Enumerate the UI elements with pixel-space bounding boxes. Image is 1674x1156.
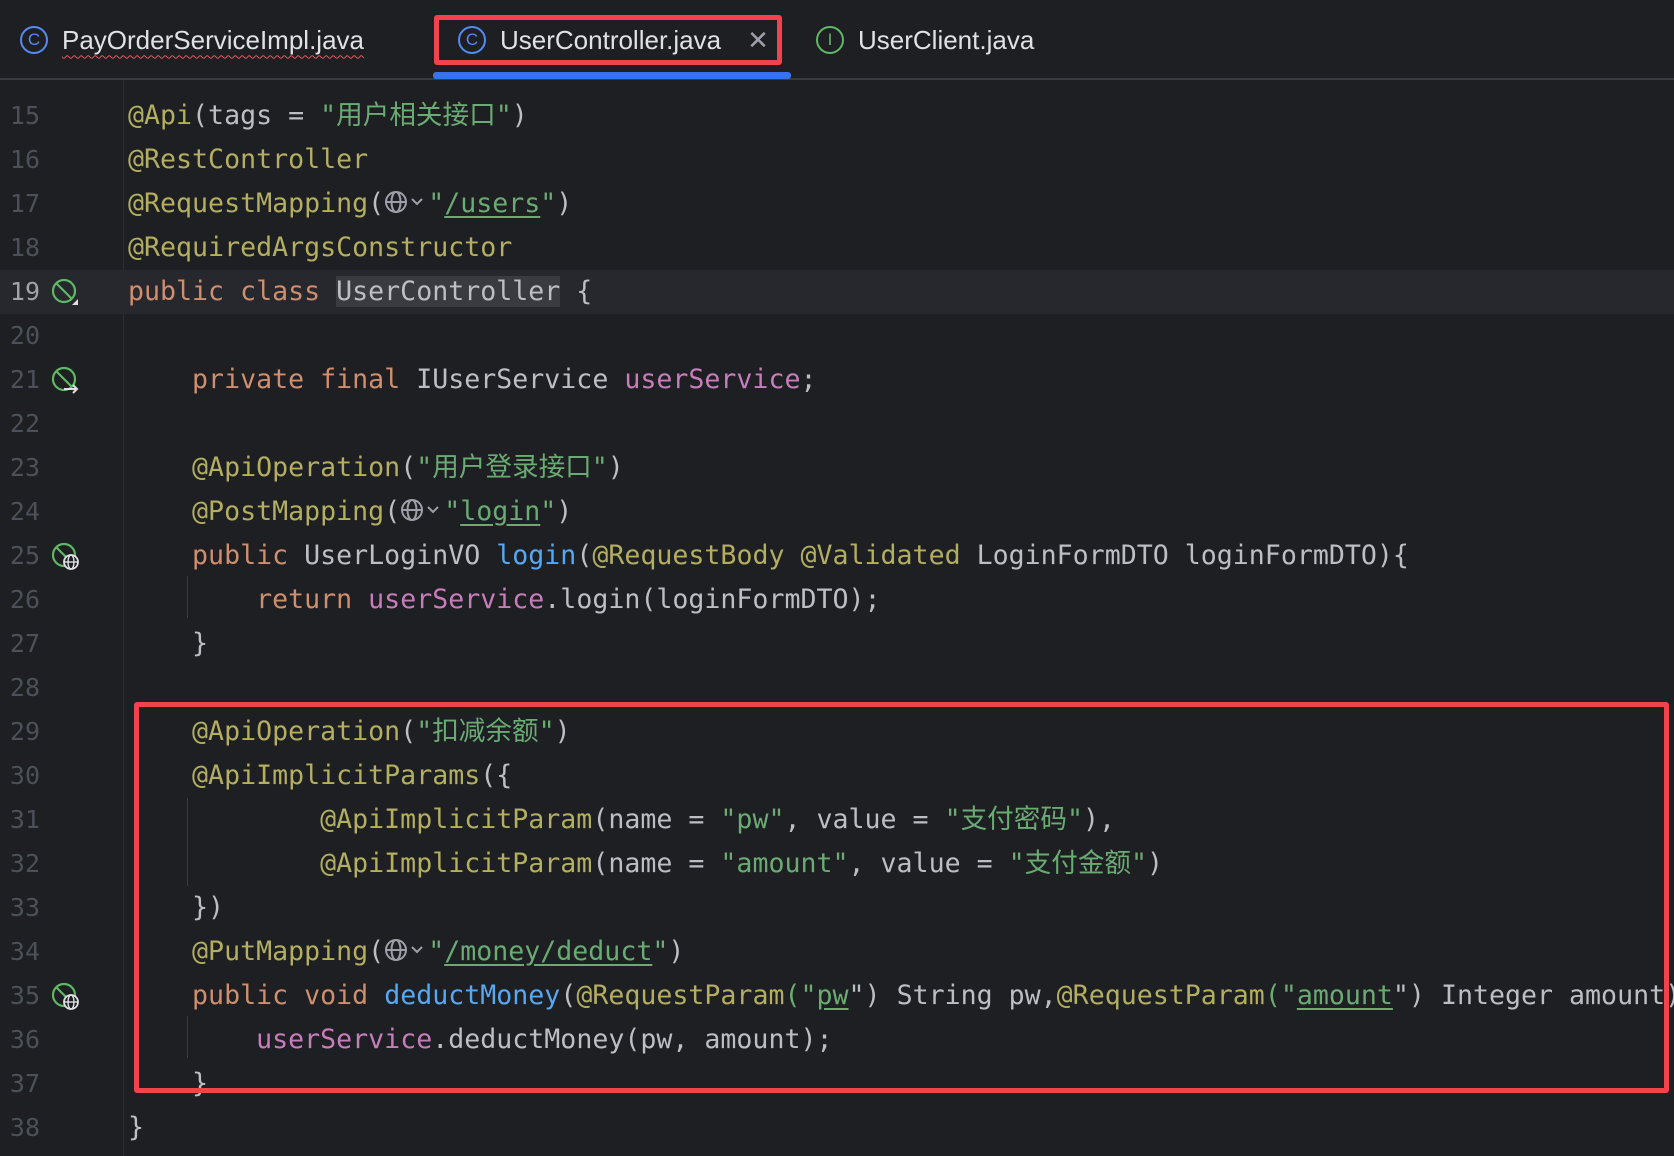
code-editor[interactable]: 15 @Api(tags = "用户相关接口") 16 @RestControl…	[0, 80, 1674, 1156]
autowired-dependency-icon[interactable]	[50, 365, 80, 395]
request-mapping-icon[interactable]	[50, 981, 80, 1011]
line-number: 35	[9, 981, 40, 1010]
line-code[interactable]: @PostMapping("login")	[128, 490, 572, 534]
line-number: 20	[9, 321, 40, 350]
request-mapping-icon[interactable]	[50, 541, 80, 571]
line-code[interactable]: }	[128, 1106, 144, 1150]
line-code[interactable]: @RequiredArgsConstructor	[128, 226, 512, 270]
line-number: 37	[9, 1069, 40, 1098]
code-line: 23 @ApiOperation("用户登录接口")	[0, 446, 1674, 490]
code-line: 24 @PostMapping("login")	[0, 490, 1674, 534]
code-line: 25 public UserLoginVO login(@RequestBody…	[0, 534, 1674, 578]
code-line: 22	[0, 402, 1674, 446]
code-line: 26 return userService.login(loginFormDTO…	[0, 578, 1674, 622]
line-number: 16	[9, 145, 40, 174]
line-number: 25	[9, 541, 40, 570]
web-endpoint-globe-icon[interactable]	[400, 496, 444, 524]
line-code[interactable]: }	[128, 622, 208, 666]
tab-label: UserClient.java	[858, 24, 1035, 55]
line-code[interactable]: private final IUserService userService;	[128, 358, 816, 402]
code-line: 16 @RestController	[0, 138, 1674, 182]
line-number: 32	[9, 849, 40, 878]
line-code[interactable]: @ApiOperation("用户登录接口")	[128, 446, 624, 490]
line-number: 31	[9, 805, 40, 834]
tab-label: PayOrderServiceImpl.java	[62, 24, 364, 55]
line-number: 15	[9, 101, 40, 130]
line-number: 34	[9, 937, 40, 966]
code-line: 18 @RequiredArgsConstructor	[0, 226, 1674, 270]
code-line: 38 }	[0, 1106, 1674, 1150]
line-code[interactable]: public UserLoginVO login(@RequestBody @V…	[128, 534, 1409, 578]
line-number: 28	[9, 673, 40, 702]
code-line: 21 private final IUserService userServic…	[0, 358, 1674, 402]
tab-pay-order-service-impl[interactable]: C PayOrderServiceImpl.java	[20, 0, 364, 80]
line-number: 19	[9, 277, 40, 306]
line-code[interactable]: return userService.login(loginFormDTO);	[128, 578, 880, 622]
line-number: 36	[9, 1025, 40, 1054]
code-line-current: 19 public class UserController {	[0, 270, 1674, 314]
web-endpoint-globe-icon[interactable]	[384, 188, 428, 216]
code-line: 20	[0, 314, 1674, 358]
line-number: 24	[9, 497, 40, 526]
tab-user-client[interactable]: I UserClient.java	[816, 0, 1034, 80]
line-number: 38	[9, 1113, 40, 1142]
class-icon: C	[20, 26, 48, 54]
line-number: 21	[9, 365, 40, 394]
tab-highlight-box	[434, 15, 782, 65]
code-line: 17 @RequestMapping("/users")	[0, 182, 1674, 226]
line-number: 29	[9, 717, 40, 746]
line-code[interactable]: @RestController	[128, 138, 368, 182]
editor-tab-bar: C PayOrderServiceImpl.java C UserControl…	[0, 0, 1674, 80]
line-number: 33	[9, 893, 40, 922]
line-number: 23	[9, 453, 40, 482]
line-number: 26	[9, 585, 40, 614]
line-number: 30	[9, 761, 40, 790]
line-number: 27	[9, 629, 40, 658]
line-code[interactable]: @RequestMapping("/users")	[128, 182, 572, 226]
line-code[interactable]: @Api(tags = "用户相关接口")	[128, 94, 528, 138]
line-number: 17	[9, 189, 40, 218]
line-number: 18	[9, 233, 40, 262]
interface-icon: I	[816, 26, 844, 54]
active-tab-indicator	[433, 72, 791, 79]
code-highlight-box	[134, 702, 1669, 1093]
code-line: 15 @Api(tags = "用户相关接口")	[0, 94, 1674, 138]
code-line: 27 }	[0, 622, 1674, 666]
line-number: 22	[9, 409, 40, 438]
spring-bean-icon[interactable]	[50, 277, 80, 307]
line-code[interactable]: public class UserController {	[128, 270, 592, 314]
